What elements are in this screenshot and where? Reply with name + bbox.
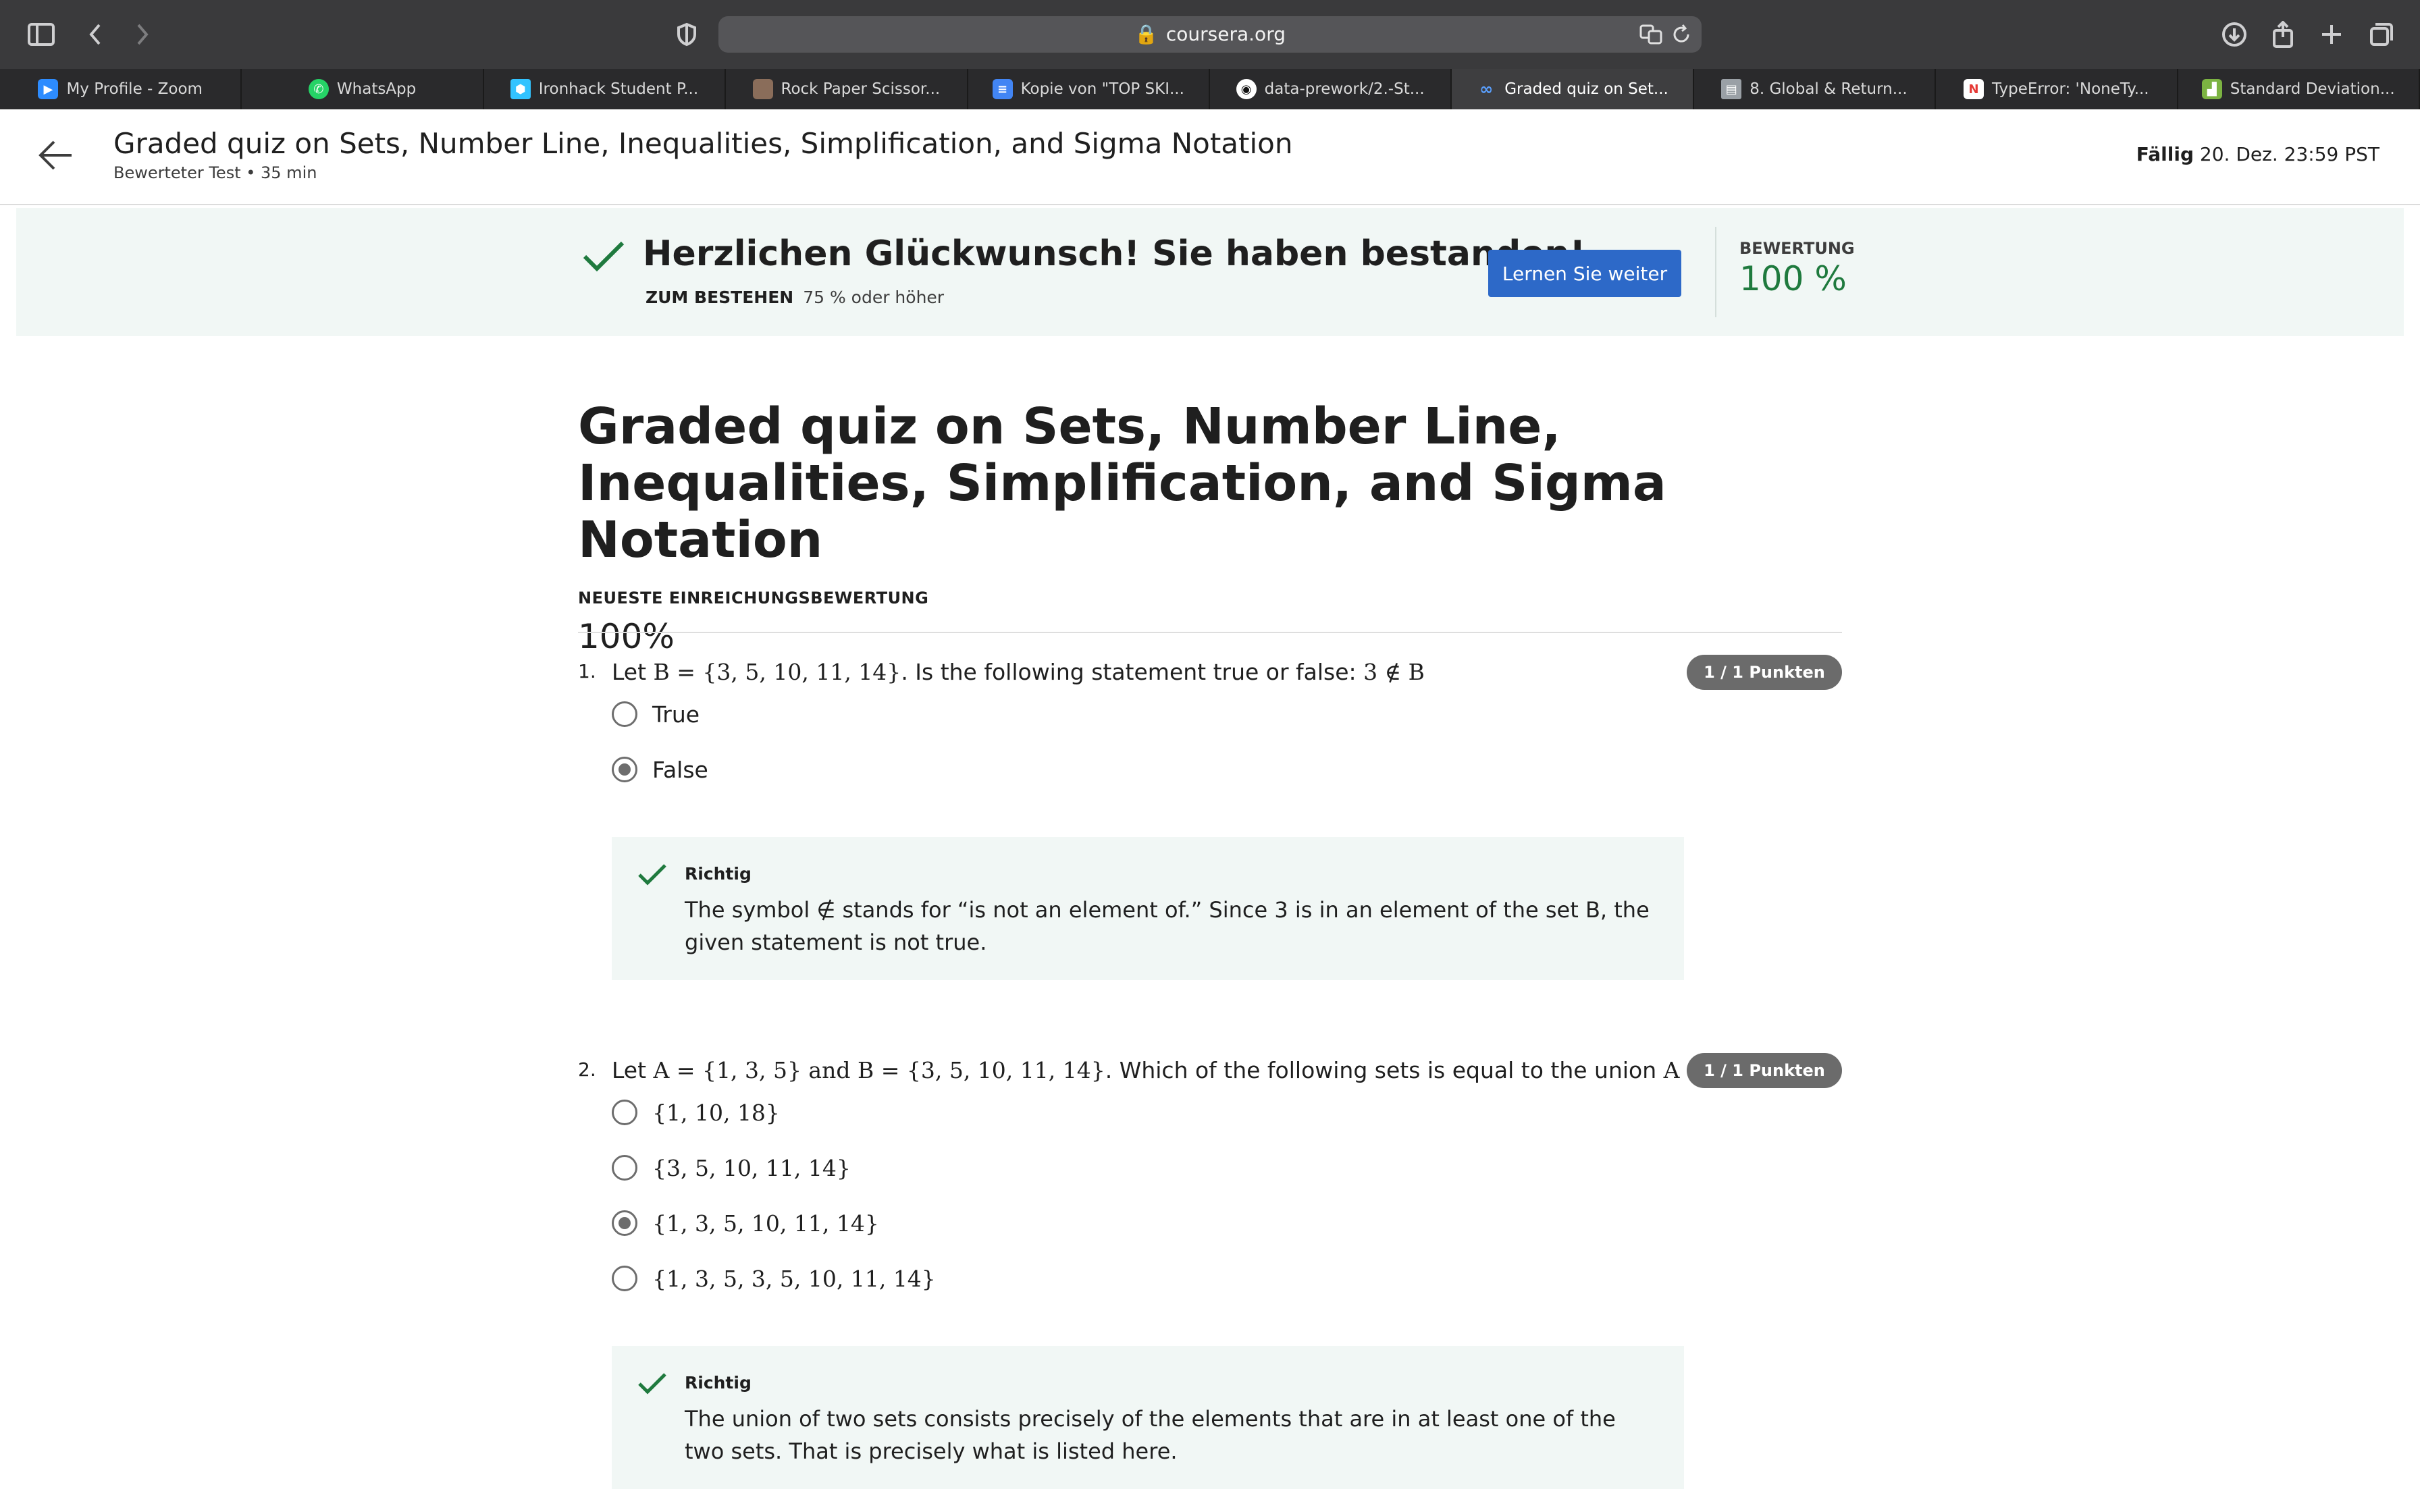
correct-check-icon bbox=[637, 863, 667, 890]
answer-option[interactable]: {3, 5, 10, 11, 14} bbox=[612, 1148, 851, 1188]
zoom-icon: ▶ bbox=[38, 79, 59, 99]
due-value: 20. Dez. 23:59 PST bbox=[2199, 143, 2379, 165]
answer-option[interactable]: True bbox=[612, 694, 700, 734]
answer-option[interactable]: False bbox=[612, 749, 708, 790]
divider bbox=[578, 632, 1842, 633]
option-label: {1, 10, 18} bbox=[652, 1099, 780, 1126]
continue-learning-button[interactable]: Lernen Sie weiter bbox=[1488, 250, 1681, 297]
grade-value: 100 % bbox=[1739, 259, 1847, 298]
divider bbox=[1715, 227, 1716, 317]
answer-option[interactable]: {1, 3, 5, 10, 11, 14} bbox=[612, 1203, 879, 1243]
feedback-text: The symbol ∉ stands for “is not an eleme… bbox=[685, 897, 1650, 955]
math-expression: A = {1, 3, 5} and B = {3, 5, 10, 11, 14} bbox=[653, 1057, 1105, 1083]
browser-tab[interactable]: ▶ My Profile - Zoom bbox=[0, 69, 242, 109]
browser-tab[interactable]: ✆ WhatsApp bbox=[242, 69, 484, 109]
url-text: coursera.org bbox=[1165, 23, 1286, 45]
option-label: False bbox=[652, 756, 708, 783]
image-icon bbox=[752, 79, 773, 99]
math-expression: B = {3, 5, 10, 11, 14} bbox=[653, 659, 901, 685]
back-arrow-icon[interactable] bbox=[35, 135, 76, 176]
radio-button[interactable] bbox=[612, 1100, 637, 1125]
radio-button[interactable] bbox=[612, 701, 637, 727]
whatsapp-icon: ✆ bbox=[308, 79, 329, 99]
option-label: {1, 3, 5, 10, 11, 14} bbox=[652, 1210, 879, 1237]
points-badge: 1 / 1 Punkten bbox=[1687, 655, 1842, 690]
feedback-box: Richtig The symbol ∉ stands for “is not … bbox=[612, 837, 1684, 980]
due-label: Fällig bbox=[2136, 143, 2194, 165]
question-number: 1. bbox=[578, 660, 596, 682]
grade-label: BEWERTUNG bbox=[1739, 239, 1855, 258]
radio-button-selected[interactable] bbox=[612, 1210, 637, 1236]
new-tab-icon[interactable] bbox=[2313, 16, 2350, 53]
due-date: Fällig 20. Dez. 23:59 PST bbox=[2136, 143, 2379, 165]
downloads-icon[interactable] bbox=[2216, 16, 2253, 53]
result-banner: Herzlichen Glückwunsch! Sie haben bestan… bbox=[16, 208, 2404, 336]
option-label: {3, 5, 10, 11, 14} bbox=[652, 1154, 851, 1181]
browser-tab[interactable]: Rock Paper Scissor... bbox=[726, 69, 968, 109]
github-icon: ◉ bbox=[1236, 79, 1257, 99]
book-icon: ▤ bbox=[1721, 79, 1742, 99]
quiz-title: Graded quiz on Sets, Number Line, Inequa… bbox=[578, 398, 1666, 569]
quiz-content: Graded quiz on Sets, Number Line, Inequa… bbox=[578, 398, 1842, 1489]
pass-requirement: ZUM BESTEHEN 75 % oder höher bbox=[646, 288, 944, 307]
feedback-box: Richtig The union of two sets consists p… bbox=[612, 1346, 1684, 1489]
feedback-label: Richtig bbox=[685, 1373, 752, 1393]
answer-option[interactable]: {1, 10, 18} bbox=[612, 1092, 780, 1133]
points-badge: 1 / 1 Punkten bbox=[1687, 1053, 1842, 1088]
banner-title: Herzlichen Glückwunsch! Sie haben bestan… bbox=[643, 234, 1586, 274]
browser-tab[interactable]: ≡ Kopie von "TOP SKI... bbox=[968, 69, 1210, 109]
success-check-icon bbox=[582, 239, 625, 277]
radio-button[interactable] bbox=[612, 1155, 637, 1181]
correct-check-icon bbox=[637, 1372, 667, 1399]
question-number: 2. bbox=[578, 1058, 596, 1081]
answer-option[interactable]: {1, 3, 5, 3, 5, 10, 11, 14} bbox=[612, 1258, 936, 1299]
browser-tab[interactable]: ▟ Standard Deviation... bbox=[2178, 69, 2420, 109]
latest-submission-value: 100% bbox=[578, 617, 675, 656]
n-icon: N bbox=[1964, 79, 1984, 99]
radio-button-selected[interactable] bbox=[612, 757, 637, 782]
tab-bar: ▶ My Profile - Zoom ✆ WhatsApp ⬢ Ironhack S… bbox=[0, 69, 2420, 109]
page-header: Graded quiz on Sets, Number Line, Inequa… bbox=[0, 109, 2420, 205]
option-label: {1, 3, 5, 3, 5, 10, 11, 14} bbox=[652, 1265, 936, 1292]
share-icon[interactable] bbox=[2265, 16, 2301, 53]
header-title: Graded quiz on Sets, Number Line, Inequa… bbox=[113, 127, 1293, 160]
docs-icon: ≡ bbox=[992, 79, 1013, 99]
lock-icon: 🔒 bbox=[1134, 23, 1158, 45]
question-text: Let B = {3, 5, 10, 11, 14}. Is the follo… bbox=[612, 659, 1425, 685]
browser-tab[interactable]: ◉ data-prework/2.-St... bbox=[1210, 69, 1452, 109]
latest-submission-label: NEUESTE EINREICHUNGSBEWERTUNG bbox=[578, 589, 929, 608]
sidebar-toggle-icon[interactable] bbox=[23, 16, 59, 53]
header-subtitle: Bewerteter Test • 35 min bbox=[113, 163, 317, 182]
forward-icon[interactable] bbox=[124, 16, 161, 53]
radio-button[interactable] bbox=[612, 1266, 637, 1291]
math-expression: 3 ∉ B bbox=[1363, 659, 1425, 685]
pass-value: 75 % oder höher bbox=[803, 288, 945, 307]
browser-toolbar: 🔒 coursera.org bbox=[0, 0, 2420, 69]
url-display[interactable]: 🔒 coursera.org bbox=[718, 16, 1702, 53]
chart-icon: ▟ bbox=[2201, 79, 2222, 99]
address-bar[interactable]: 🔒 coursera.org bbox=[718, 16, 1702, 53]
reload-icon[interactable] bbox=[1671, 24, 1692, 45]
coursera-icon: ∞ bbox=[1479, 80, 1494, 99]
option-label: True bbox=[652, 701, 700, 728]
feedback-label: Richtig bbox=[685, 864, 752, 884]
browser-tab[interactable]: N TypeError: 'NoneTy... bbox=[1936, 69, 2178, 109]
feedback-text: The union of two sets consists precisely… bbox=[685, 1406, 1616, 1464]
privacy-shield-icon[interactable] bbox=[668, 16, 705, 53]
translate-icon[interactable] bbox=[1639, 24, 1662, 45]
pass-label: ZUM BESTEHEN bbox=[646, 288, 794, 307]
ironhack-icon: ⬢ bbox=[510, 79, 531, 99]
tab-overview-icon[interactable] bbox=[2363, 16, 2400, 53]
browser-tab[interactable]: ▤ 8. Global & Return... bbox=[1694, 69, 1937, 109]
browser-tab[interactable]: ⬢ Ironhack Student P... bbox=[484, 69, 727, 109]
browser-tab-active[interactable]: ∞ Graded quiz on Set... bbox=[1452, 69, 1694, 109]
question-text: Let A = {1, 3, 5} and B = {3, 5, 10, 11,… bbox=[612, 1057, 1741, 1083]
back-icon[interactable] bbox=[77, 16, 113, 53]
